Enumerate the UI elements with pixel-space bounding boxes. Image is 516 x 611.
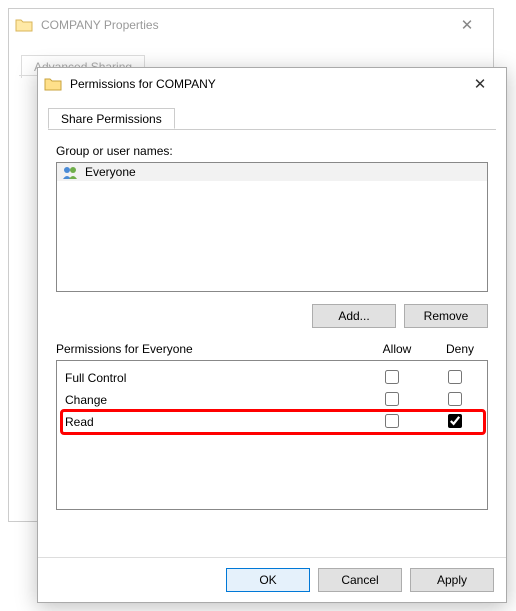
dialog-content: Group or user names: Everyone Add... Rem… [38,130,506,557]
allow-checkbox[interactable] [385,370,399,384]
list-item[interactable]: Everyone [57,163,487,181]
close-icon[interactable]: ✕ [460,75,500,93]
allow-checkbox[interactable] [385,392,399,406]
group-listbox[interactable]: Everyone [56,162,488,292]
permissions-window: Permissions for COMPANY ✕ Share Permissi… [37,67,507,603]
permissions-for-label: Permissions for Everyone [56,342,362,356]
group-icon [61,165,79,179]
permission-name: Change [65,393,357,407]
group-buttons: Add... Remove [56,304,488,328]
allow-checkbox[interactable] [385,414,399,428]
permissions-titlebar: Permissions for COMPANY ✕ [38,68,506,100]
tab-strip: Share Permissions [48,108,496,130]
folder-icon [15,18,33,32]
deny-checkbox[interactable] [448,370,462,384]
group-names-label: Group or user names: [56,144,488,158]
deny-column-header: Deny [432,342,488,356]
permissions-title: Permissions for COMPANY [70,77,460,91]
permission-name: Read [65,415,357,429]
close-icon[interactable]: ✕ [447,16,487,34]
add-button[interactable]: Add... [312,304,396,328]
permission-row: Full Control [65,367,483,389]
deny-checkbox[interactable] [448,392,462,406]
tab-share-permissions[interactable]: Share Permissions [48,108,175,129]
apply-button[interactable]: Apply [410,568,494,592]
allow-column-header: Allow [362,342,432,356]
properties-title: COMPANY Properties [41,18,447,32]
dialog-buttons: OK Cancel Apply [38,557,506,602]
permissions-header: Permissions for Everyone Allow Deny [56,342,488,356]
ok-button[interactable]: OK [226,568,310,592]
permission-name: Full Control [65,371,357,385]
group-name: Everyone [85,165,136,179]
permissions-listbox[interactable]: Full Control Change Read [56,360,488,510]
deny-checkbox[interactable] [448,414,462,428]
cancel-button[interactable]: Cancel [318,568,402,592]
folder-icon [44,77,62,91]
properties-titlebar: COMPANY Properties ✕ [9,9,493,41]
permission-row: Change [65,389,483,411]
remove-button[interactable]: Remove [404,304,488,328]
permission-row: Read [65,411,483,433]
